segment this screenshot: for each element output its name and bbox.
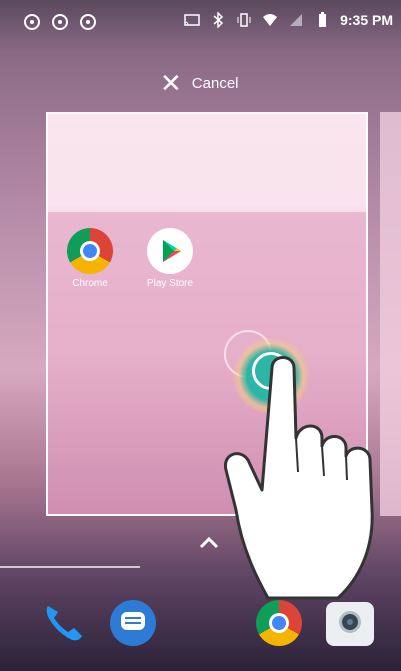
vibrate-icon [237, 13, 251, 27]
battery-icon [319, 12, 327, 27]
dock [0, 590, 401, 660]
chevron-up-icon[interactable] [198, 536, 220, 550]
close-icon: ✕ [160, 68, 182, 98]
messages-icon[interactable] [110, 600, 156, 646]
preview-app-play-store[interactable]: Play Store [140, 228, 200, 289]
camera-icon[interactable] [326, 602, 374, 646]
cancel-label: Cancel [191, 74, 239, 92]
cancel-button[interactable]: ✕ Cancel [160, 70, 239, 96]
preview-widget-area [48, 114, 366, 212]
notification-icons [24, 14, 96, 30]
cast-icon [184, 14, 200, 26]
app-label: Play Store [146, 278, 194, 289]
clock: 9:35 PM [340, 12, 393, 28]
app-label: Chrome [72, 278, 108, 289]
settings-icon [80, 14, 96, 30]
no-sim-icon [290, 14, 303, 26]
play-store-icon [147, 228, 193, 274]
system-icons: 9:35 PM [184, 12, 393, 28]
wifi-icon [263, 14, 278, 26]
settings-icon [52, 14, 68, 30]
settings-icon [24, 14, 40, 30]
chrome-icon[interactable] [256, 600, 302, 646]
pointing-hand-icon [223, 356, 374, 600]
phone-icon[interactable] [40, 600, 86, 646]
preview-app-chrome[interactable]: Chrome [60, 228, 120, 289]
status-bar: 9:35 PM [0, 0, 401, 44]
bluetooth-icon [213, 12, 224, 28]
chrome-icon [67, 228, 113, 274]
dock-divider [0, 566, 140, 568]
